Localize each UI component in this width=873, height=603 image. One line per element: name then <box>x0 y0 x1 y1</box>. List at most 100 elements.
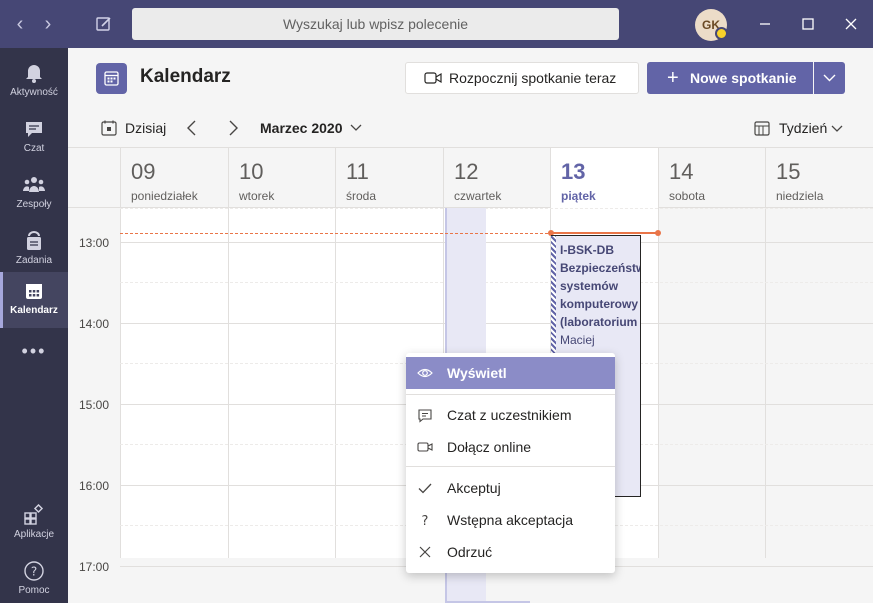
menu-item-label: Odrzuć <box>447 544 493 560</box>
calendar-week-icon <box>754 121 770 136</box>
time-label: 13:00 <box>79 236 110 250</box>
time-column-header <box>68 148 120 208</box>
day-header-monday[interactable]: 09 poniedziałek <box>120 148 228 208</box>
forward-icon[interactable]: › <box>36 12 60 36</box>
day-header-thursday[interactable]: 12 czwartek <box>443 148 550 208</box>
chat-icon <box>418 409 432 423</box>
new-meeting-button[interactable]: + Nowe spotkanie <box>647 62 813 94</box>
compose-icon[interactable] <box>92 12 116 36</box>
day-name: poniedziałek <box>131 189 198 203</box>
menu-item-chat-participant[interactable]: Czat z uczestnikiem <box>406 399 615 431</box>
day-header-friday[interactable]: 13 piątek <box>550 148 658 208</box>
day-column-weekend[interactable] <box>658 208 765 603</box>
more-apps-icon[interactable]: ••• <box>0 341 68 362</box>
rail-item-calendar[interactable]: Kalendarz <box>0 272 68 328</box>
rail-label: Zadania <box>15 255 53 266</box>
time-label: 14:00 <box>79 317 110 331</box>
menu-item-accept[interactable]: Akceptuj <box>406 472 615 504</box>
teams-icon <box>23 177 45 192</box>
month-picker[interactable]: Marzec 2020 <box>260 120 343 136</box>
back-icon[interactable]: ‹ <box>8 12 32 36</box>
day-header-wednesday[interactable]: 11 środa <box>335 148 443 208</box>
calendar-icon <box>26 284 42 299</box>
day-header-sunday[interactable]: 15 niedziela <box>765 148 873 208</box>
page-title: Kalendarz <box>140 66 231 87</box>
calendar-today-icon <box>101 120 117 136</box>
event-title-line: I-BSK-DB <box>560 243 614 257</box>
maximize-icon[interactable] <box>796 12 820 36</box>
plus-icon: + <box>667 67 679 89</box>
rail-item-teams[interactable]: Zespoły <box>0 166 68 222</box>
rail-label: Zespoły <box>16 199 52 210</box>
rail-item-assignments[interactable]: Zadania <box>0 222 68 278</box>
event-title-line: komputerowy <box>560 297 639 311</box>
half-hour-line <box>120 208 873 209</box>
title-bar: ‹ › Wyszukaj lub wpisz polecenie GK <box>0 0 873 48</box>
day-header-saturday[interactable]: 14 sobota <box>658 148 765 208</box>
event-context-menu: Wyświetl Czat z uczestnikiem Dołącz onli… <box>406 353 615 573</box>
day-number: 11 <box>346 159 369 184</box>
view-label: Tydzień <box>779 120 828 136</box>
current-time-line-today <box>550 232 659 234</box>
menu-item-tentative[interactable]: ? Wstępna akceptacja <box>406 504 615 536</box>
x-icon <box>419 546 431 558</box>
event-title-line: (laboratorium <box>560 315 638 329</box>
rail-label: Pomoc <box>18 585 50 596</box>
day-header-tuesday[interactable]: 10 wtorek <box>228 148 335 208</box>
rail-label: Czat <box>23 143 45 154</box>
day-column[interactable] <box>228 208 335 603</box>
video-icon <box>417 442 433 452</box>
menu-item-view[interactable]: Wyświetl <box>406 357 615 389</box>
next-week-icon[interactable] <box>223 118 243 138</box>
day-column-weekend[interactable] <box>765 208 873 603</box>
day-number: 09 <box>131 159 156 184</box>
day-number: 13 <box>561 159 586 184</box>
rail-item-apps[interactable]: Aplikacje <box>0 496 68 552</box>
meet-now-label: Rozpocznij spotkanie teraz <box>449 70 617 86</box>
assignments-icon <box>27 231 41 250</box>
menu-separator <box>406 466 615 467</box>
help-icon: ? <box>24 561 44 581</box>
apps-icon <box>24 504 44 525</box>
minimize-icon[interactable] <box>753 12 777 36</box>
rail-item-chat[interactable]: Czat <box>0 110 68 166</box>
app-rail: Aktywność Czat Zespoły Zadania Kalendarz… <box>0 48 68 603</box>
day-name: sobota <box>669 189 706 203</box>
event-title-line: Bezpieczeństw <box>560 261 641 275</box>
chevron-down-icon <box>823 74 836 82</box>
day-number: 15 <box>776 159 801 184</box>
day-number: 14 <box>669 159 694 184</box>
chevron-down-icon[interactable] <box>349 121 363 135</box>
menu-item-join-online[interactable]: Dołącz online <box>406 431 615 463</box>
day-column[interactable] <box>120 208 228 603</box>
time-label: 17:00 <box>79 560 110 574</box>
event-organizer: Maciej <box>560 333 595 347</box>
status-away-icon <box>715 27 728 40</box>
svg-text:?: ? <box>31 565 37 579</box>
menu-item-label: Czat z uczestnikiem <box>447 407 572 423</box>
meet-now-button[interactable]: Rozpocznij spotkanie teraz <box>405 62 639 94</box>
rail-item-activity[interactable]: Aktywność <box>0 54 68 110</box>
hour-line <box>120 242 873 243</box>
new-meeting-dropdown[interactable] <box>814 62 845 94</box>
day-name: piątek <box>561 189 596 203</box>
calendar-header: Kalendarz Rozpocznij spotkanie teraz + N… <box>68 48 873 108</box>
new-meeting-label: Nowe spotkanie <box>690 70 797 86</box>
chevron-down-icon <box>831 125 843 132</box>
today-label: Dzisiaj <box>125 120 167 136</box>
current-time-dot <box>655 230 661 236</box>
menu-item-label: Dołącz online <box>447 439 532 455</box>
rail-item-help[interactable]: ? Pomoc <box>0 552 68 603</box>
rail-label: Kalendarz <box>10 305 58 316</box>
menu-item-label: Wyświetl <box>447 365 507 381</box>
search-input[interactable]: Wyszukaj lub wpisz polecenie <box>132 8 619 40</box>
menu-item-decline[interactable]: Odrzuć <box>406 536 615 568</box>
menu-item-label: Akceptuj <box>447 480 501 496</box>
eye-icon <box>417 368 433 378</box>
close-icon[interactable] <box>839 12 863 36</box>
day-number: 10 <box>239 159 264 184</box>
previous-week-icon[interactable] <box>182 118 202 138</box>
rail-label: Aktywność <box>10 87 58 98</box>
svg-text:?: ? <box>422 514 429 528</box>
day-name: środa <box>346 189 377 203</box>
